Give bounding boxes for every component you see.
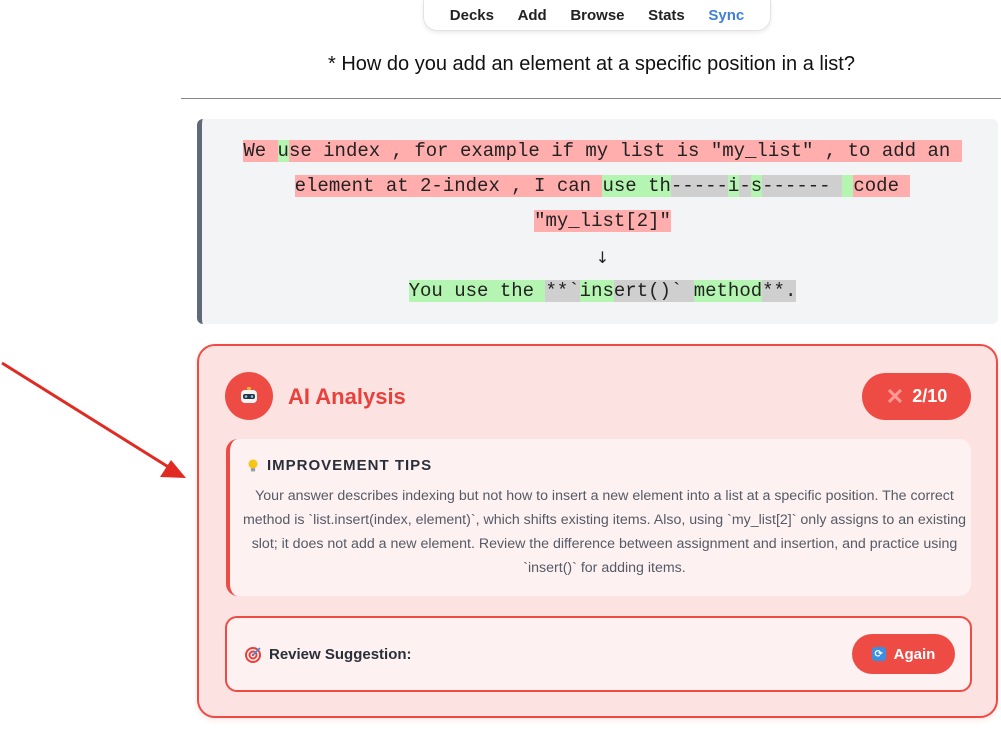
diff-segment-bad: se index , for example if my list is "my…	[288, 140, 962, 162]
diff-segment-bad: c	[853, 175, 865, 197]
annotation-arrow-icon	[1, 361, 186, 478]
diff-segment-good: method	[693, 280, 763, 302]
diff-segment-bad: element at 2-index , I can	[294, 175, 603, 197]
diff-segment-good: use th	[602, 175, 671, 197]
answer-diff-box: We use index , for example if my list is…	[197, 119, 998, 324]
target-icon	[245, 646, 261, 663]
review-suggestion-label: Review Suggestion:	[245, 646, 412, 663]
diff-segment-miss: -----	[670, 175, 728, 197]
diff-line-correct: You use the **`insert()` method**.	[202, 279, 1001, 303]
diff-line-2: element at 2-index , I can use th-----i-…	[202, 174, 1001, 198]
diff-segment-miss: ert()`	[613, 280, 694, 302]
cross-icon: ✕	[885, 383, 905, 409]
diff-line-3: "my_list[2]"	[202, 209, 1001, 233]
diff-segment-good: s	[750, 175, 763, 197]
refresh-icon: ⟳	[871, 647, 886, 661]
diff-segment-miss: ------	[762, 175, 842, 197]
diff-segment-miss: -	[739, 175, 751, 197]
ai-analysis-title: AI Analysis	[288, 384, 406, 409]
diff-segment-miss: **`	[545, 280, 580, 302]
diff-arrow-icon: ↓	[595, 248, 610, 267]
tips-text: Your answer describes indexing but not h…	[242, 488, 967, 576]
diff-line-1: We use index , for example if my list is…	[202, 139, 1001, 163]
diff-segment-good: You use the	[408, 280, 546, 302]
top-nav: Decks Add Browse Stats Sync	[423, 0, 771, 31]
score-badge: ✕ 2/10	[862, 373, 971, 420]
ai-analysis-card: AI Analysis ✕ 2/10 IMPROVEMENT TIPS Your…	[197, 344, 998, 718]
tips-heading: IMPROVEMENT TIPS	[247, 457, 432, 474]
lightbulb-icon	[248, 459, 258, 471]
review-suggestion-panel: Review Suggestion: ⟳ Again	[225, 616, 972, 692]
robot-icon	[225, 372, 273, 420]
divider	[181, 98, 1001, 99]
nav-browse[interactable]: Browse	[570, 7, 624, 24]
nav-decks[interactable]: Decks	[450, 7, 494, 24]
nav-add[interactable]: Add	[518, 7, 547, 24]
diff-segment-good: i	[727, 175, 740, 197]
again-label: Again	[893, 645, 936, 663]
tips-heading-text: IMPROVEMENT TIPS	[267, 457, 433, 474]
score-value: 2/10	[912, 386, 948, 406]
diff-segment-good	[841, 175, 854, 197]
again-button[interactable]: ⟳ Again	[852, 634, 955, 674]
question-text: * How do you add an element at a specifi…	[328, 53, 855, 75]
diff-segment-bad: "my_list[2]"	[534, 210, 671, 232]
diff-segment-good: ins	[579, 280, 614, 302]
diff-segment-miss: **.	[762, 280, 797, 302]
diff-segment-bad: We	[243, 140, 278, 162]
nav-sync[interactable]: Sync	[708, 7, 744, 24]
review-suggestion-text: Review Suggestion:	[269, 646, 412, 663]
diff-segment-bad: ode	[864, 175, 911, 197]
nav-stats[interactable]: Stats	[648, 7, 685, 24]
diff-segment-good: u	[277, 140, 289, 162]
improvement-tips-panel: IMPROVEMENT TIPS Your answer describes i…	[226, 439, 971, 596]
